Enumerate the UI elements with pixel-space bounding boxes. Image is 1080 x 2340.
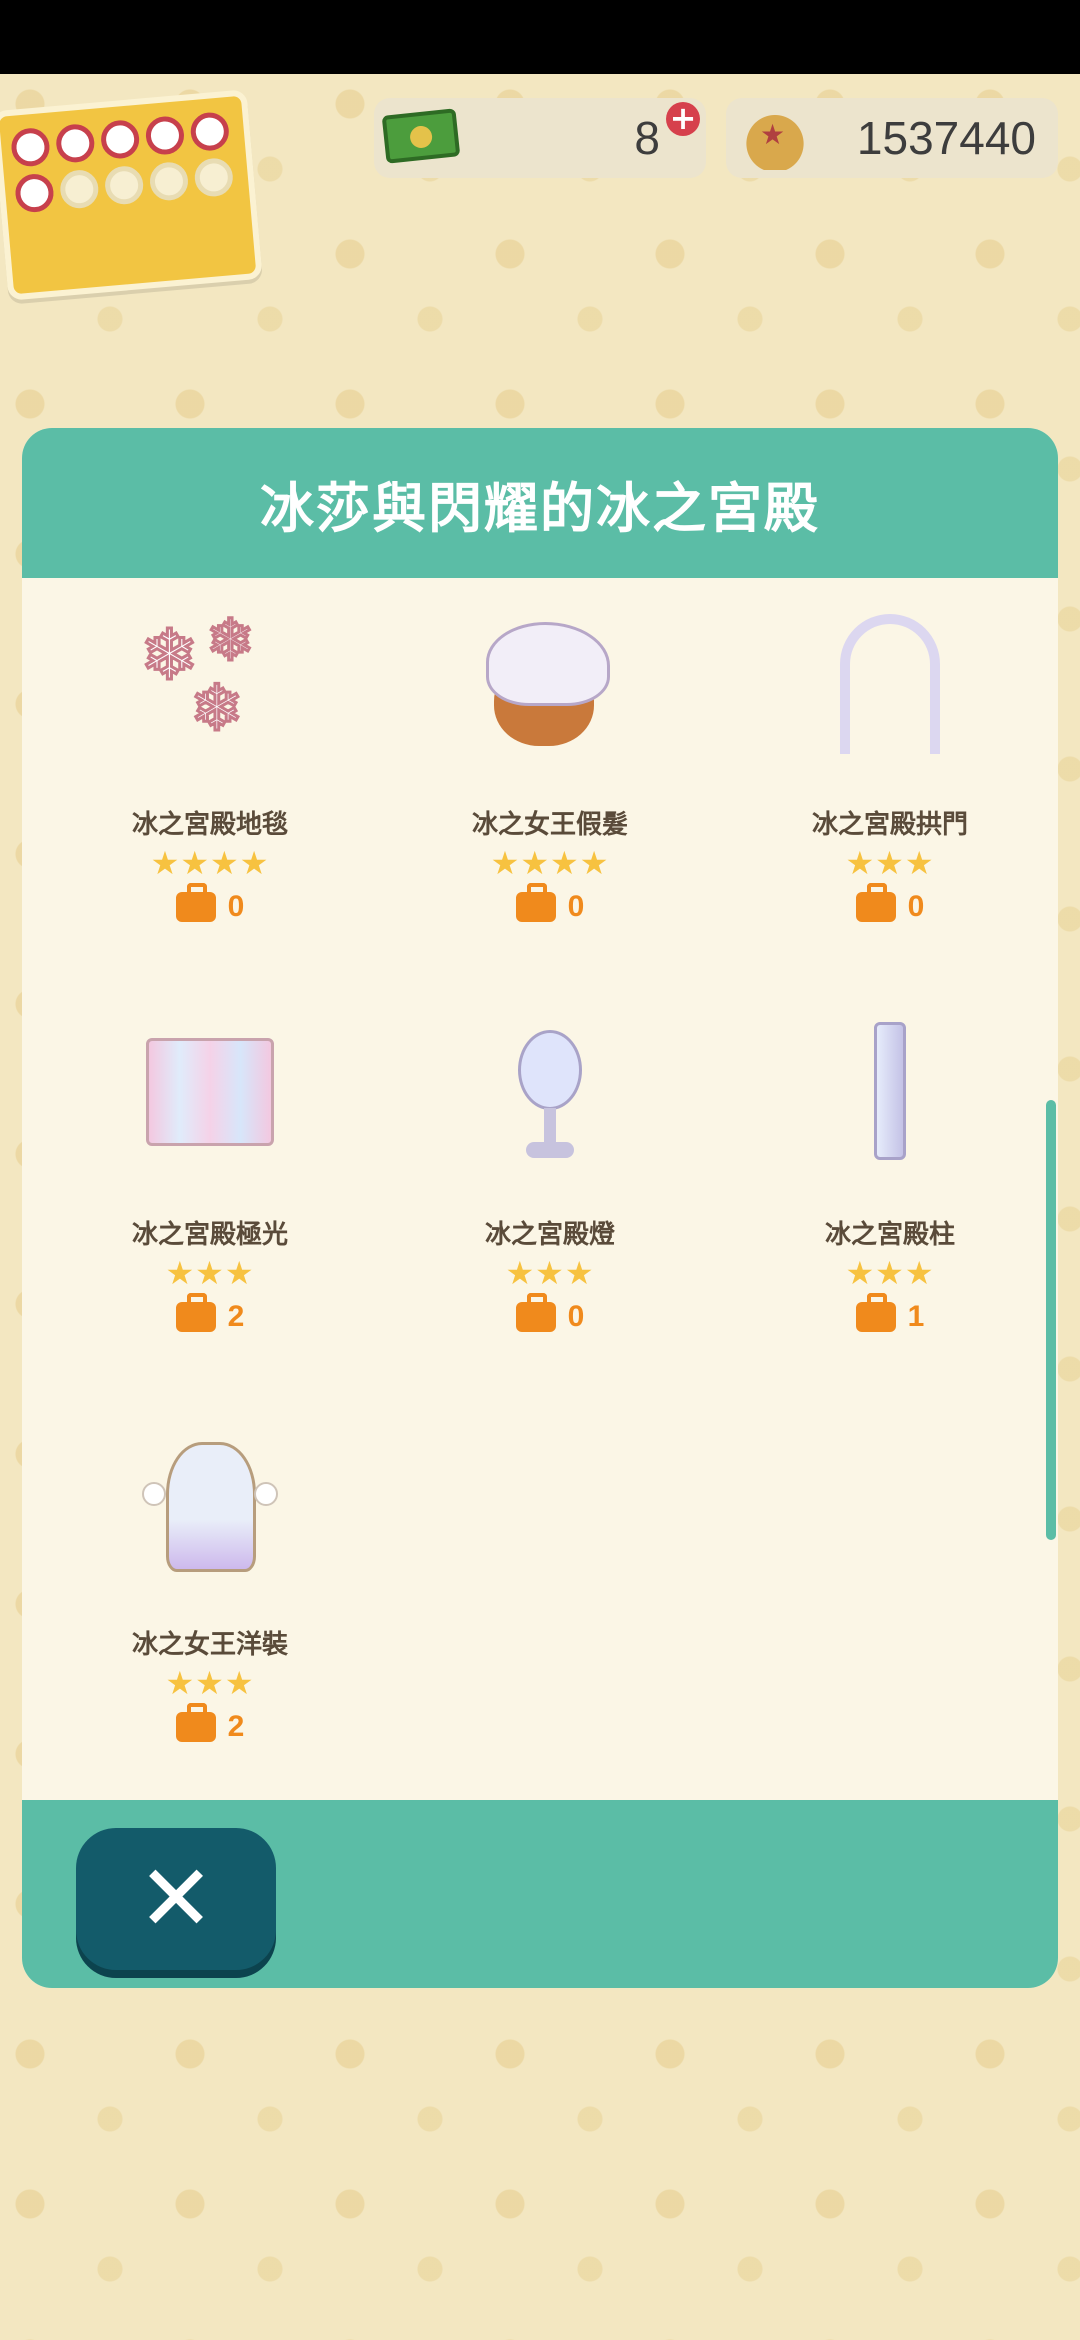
item-card[interactable]: ❄ ❄ ❄ 冰之宮殿地毯 ★★★★ 0 xyxy=(40,578,380,978)
rarity-stars: ★★★ xyxy=(845,1254,935,1292)
arch-icon xyxy=(820,606,960,754)
item-name: 冰之宮殿拱門 xyxy=(811,810,968,840)
owned-count: 0 xyxy=(227,890,245,923)
stamp-empty-icon xyxy=(103,164,145,206)
bag-icon xyxy=(515,1293,556,1332)
add-tickets-icon[interactable]: + xyxy=(666,102,700,136)
item-card[interactable]: 冰之女王洋裝 ★★★ 2 xyxy=(40,1398,380,1798)
owned-count: 2 xyxy=(227,1710,245,1743)
snowflake-rug-icon: ❄ ❄ ❄ xyxy=(139,605,257,748)
stamp-card[interactable] xyxy=(0,89,263,301)
item-name: 冰之宮殿燈 xyxy=(484,1220,615,1250)
owned-count-row: 2 xyxy=(40,1293,380,1334)
dress-icon xyxy=(140,1426,280,1574)
bag-icon xyxy=(855,1293,896,1332)
owned-count: 1 xyxy=(907,1300,925,1333)
lamp-icon xyxy=(480,1016,620,1164)
owned-count-row: 1 xyxy=(720,1293,1058,1334)
bag-icon xyxy=(175,883,216,922)
stamp-filled-icon xyxy=(99,118,141,161)
stamp-filled-icon xyxy=(144,114,186,157)
owned-count: 0 xyxy=(567,890,585,923)
bells-counter: 1537440 xyxy=(726,98,1058,178)
owned-count-row: 0 xyxy=(380,1293,720,1334)
status-bar xyxy=(0,0,1080,74)
item-card[interactable]: 冰之女王假髮 ★★★★ 0 xyxy=(380,578,720,978)
stamp-filled-icon xyxy=(9,126,52,168)
item-card[interactable]: 冰之宮殿燈 ★★★ 0 xyxy=(380,988,720,1388)
rarity-stars: ★★★ xyxy=(165,1254,255,1292)
bag-icon xyxy=(175,1703,216,1742)
rarity-stars: ★★★ xyxy=(845,844,935,882)
rarity-stars: ★★★★ xyxy=(150,844,270,882)
modal-title: 冰莎與閃耀的冰之宮殿 xyxy=(260,476,820,540)
item-list-modal: 冰莎與閃耀的冰之宮殿 ❄ ❄ ❄ 冰之宮殿地毯 ★★★★ 0 冰之女王假髮 ★★… xyxy=(22,428,1058,1988)
bag-icon xyxy=(175,1293,216,1332)
leaf-ticket-count: 8 xyxy=(634,112,660,164)
owned-count-row: 2 xyxy=(40,1703,380,1744)
owned-count: 0 xyxy=(907,890,925,923)
modal-header: 冰莎與閃耀的冰之宮殿 xyxy=(22,428,1058,578)
leaf-ticket-counter[interactable]: 8 + xyxy=(374,98,706,178)
rarity-stars: ★★★ xyxy=(165,1664,255,1702)
item-card[interactable]: 冰之宮殿柱 ★★★ 1 xyxy=(720,988,1058,1388)
stamp-empty-icon xyxy=(58,168,100,210)
item-name: 冰之宮殿地毯 xyxy=(131,810,288,840)
wig-icon xyxy=(480,606,620,754)
item-name: 冰之宮殿柱 xyxy=(824,1220,955,1250)
stamp-filled-icon xyxy=(189,111,231,153)
owned-count: 2 xyxy=(227,1300,245,1333)
stamp-empty-icon xyxy=(148,160,190,202)
owned-count-row: 0 xyxy=(720,883,1058,924)
bag-icon xyxy=(515,883,556,922)
stamp-filled-icon xyxy=(54,122,96,164)
item-grid: ❄ ❄ ❄ 冰之宮殿地毯 ★★★★ 0 冰之女王假髮 ★★★★ 0 冰之宮殿拱門… xyxy=(22,578,1058,1808)
stamp-filled-icon xyxy=(13,172,56,214)
stamp-empty-icon xyxy=(193,156,235,198)
item-name: 冰之宮殿極光 xyxy=(131,1220,288,1250)
owned-count-row: 0 xyxy=(40,883,380,924)
owned-count-row: 0 xyxy=(380,883,720,924)
item-name: 冰之女王假髮 xyxy=(471,810,628,840)
close-icon: ✕ xyxy=(137,1845,215,1952)
item-name: 冰之女王洋裝 xyxy=(131,1630,288,1660)
aurora-curtain-icon xyxy=(140,1016,280,1164)
owned-count: 0 xyxy=(567,1300,585,1333)
pillar-icon xyxy=(820,1016,960,1164)
leaf-ticket-icon xyxy=(381,108,461,164)
rarity-stars: ★★★ xyxy=(505,1254,595,1292)
bells-amount: 1537440 xyxy=(856,112,1036,164)
bag-icon xyxy=(855,883,896,922)
rarity-stars: ★★★★ xyxy=(490,844,610,882)
item-card[interactable]: 冰之宮殿極光 ★★★ 2 xyxy=(40,988,380,1388)
close-button[interactable]: ✕ xyxy=(76,1828,276,1970)
bell-bag-icon xyxy=(742,104,808,170)
list-scrollbar[interactable] xyxy=(1046,1100,1056,1540)
item-card[interactable]: 冰之宮殿拱門 ★★★ 0 xyxy=(720,578,1058,978)
modal-footer: ✕ xyxy=(22,1800,1058,1988)
